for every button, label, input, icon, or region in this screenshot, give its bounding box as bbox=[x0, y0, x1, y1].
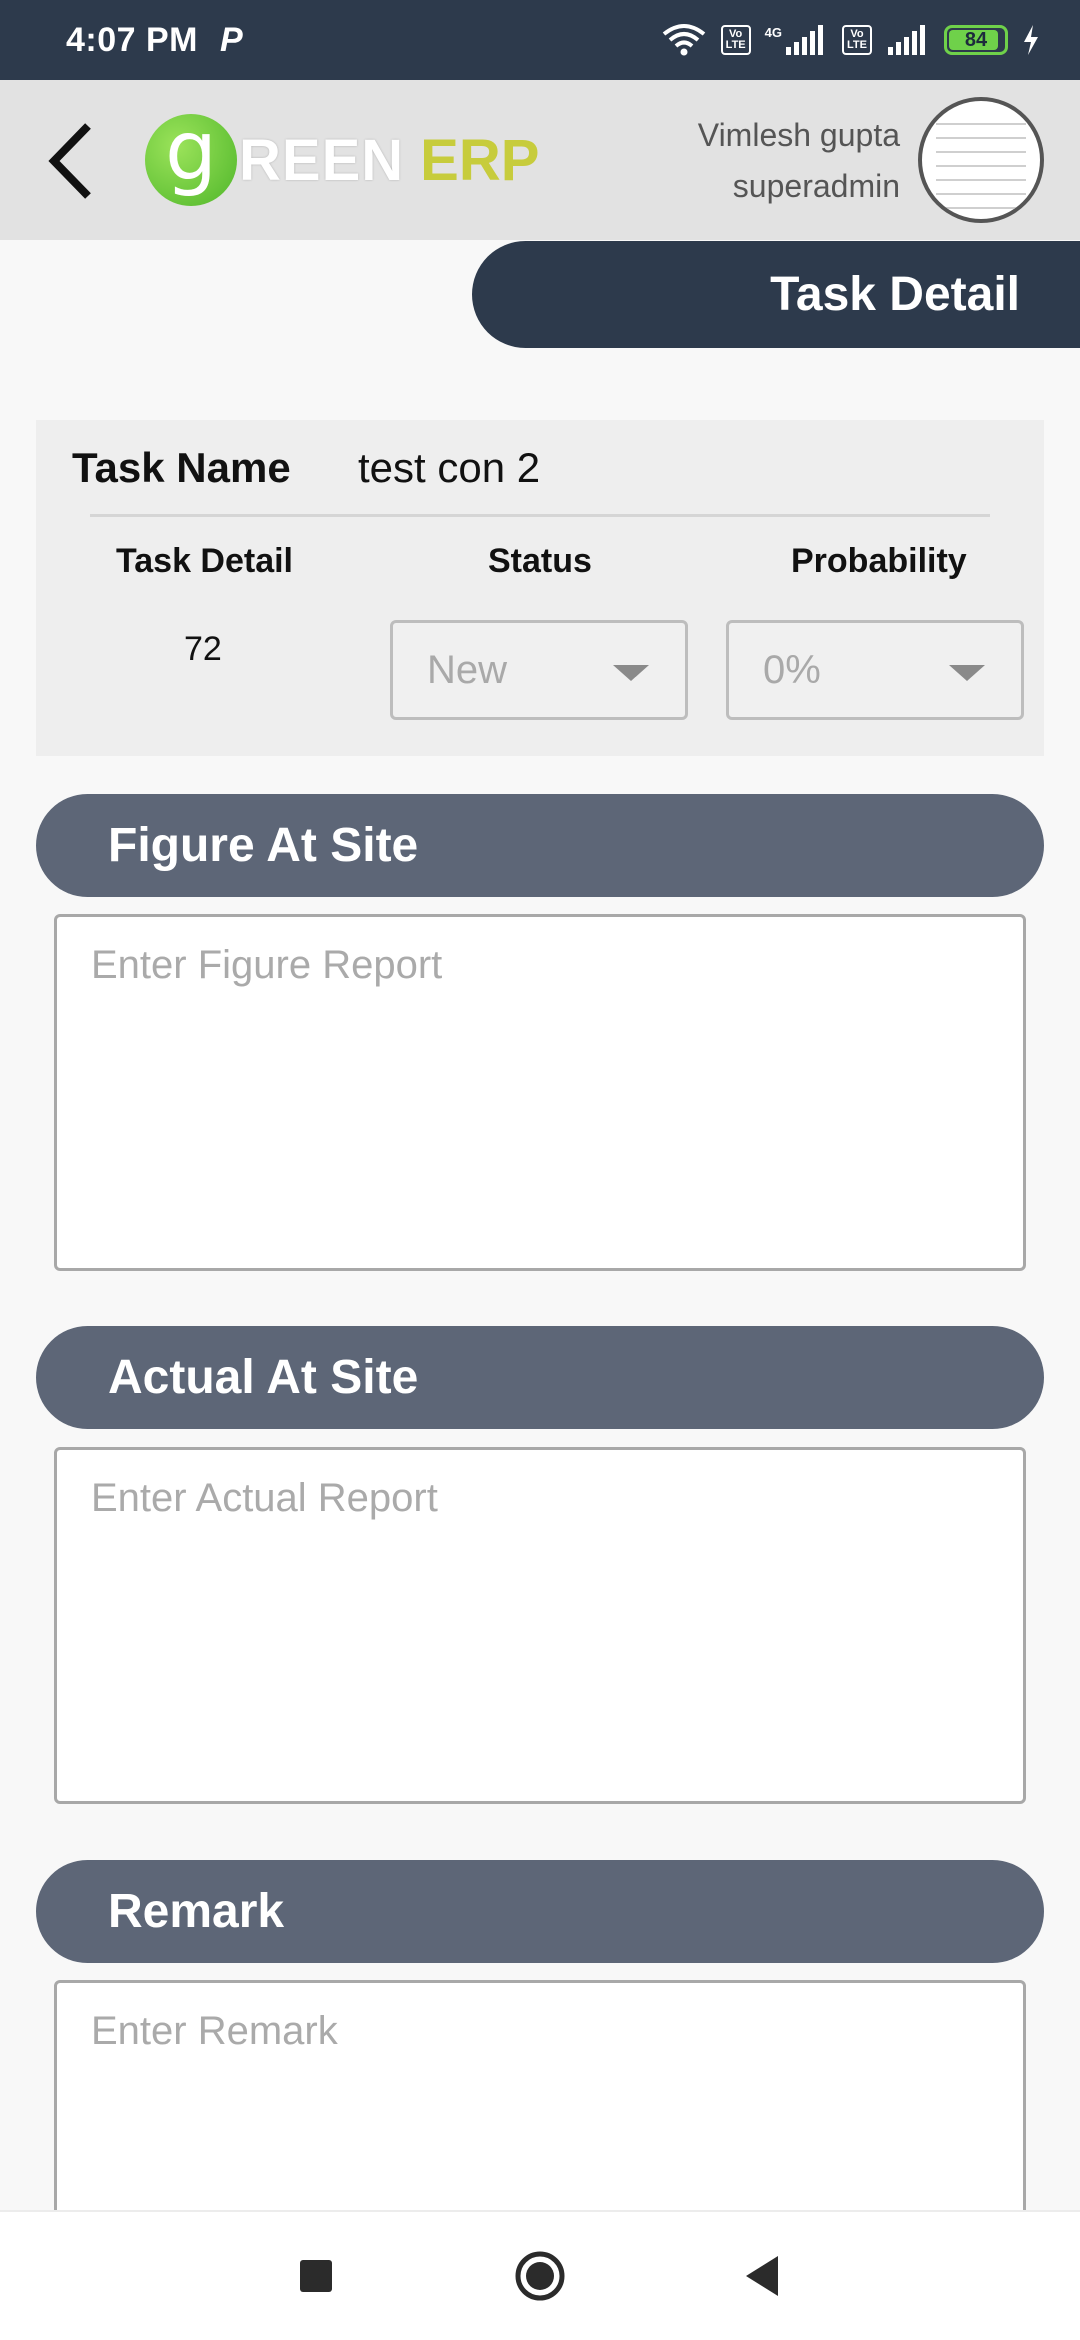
recents-button[interactable] bbox=[300, 2260, 332, 2292]
probability-selected-value: 0% bbox=[763, 647, 821, 692]
signal-icon-2 bbox=[886, 25, 930, 55]
probability-dropdown[interactable]: 0% bbox=[726, 620, 1024, 720]
battery-icon: 84 bbox=[944, 25, 1008, 55]
task-name-label: Task Name bbox=[72, 444, 291, 491]
task-detail-value: 72 bbox=[184, 630, 222, 668]
figure-report-input[interactable]: Enter Figure Report bbox=[54, 914, 1026, 1271]
back-arrow-icon bbox=[48, 123, 91, 199]
home-circle-icon bbox=[515, 2251, 565, 2301]
avatar-line bbox=[936, 193, 1026, 195]
actual-at-site-header: Actual At Site bbox=[36, 1326, 1044, 1429]
status-icons: Vo LTE 4G Vo LTE 84 bbox=[661, 22, 1040, 58]
actual-report-input[interactable]: Enter Actual Report bbox=[54, 1447, 1026, 1804]
signal-icon: 4G bbox=[765, 25, 828, 55]
wifi-icon bbox=[661, 22, 707, 58]
avatar-line bbox=[936, 165, 1026, 167]
back-button[interactable] bbox=[38, 116, 108, 206]
user-role: superadmin bbox=[732, 168, 900, 204]
chevron-down-icon bbox=[949, 665, 985, 681]
logo-g-mark: g bbox=[145, 111, 237, 206]
parking-app-icon: P bbox=[220, 20, 243, 59]
triangle-back-icon bbox=[746, 2256, 778, 2296]
user-name: Vimlesh gupta bbox=[697, 117, 900, 153]
remark-header: Remark bbox=[36, 1860, 1044, 1963]
status-time: 4:07 PM bbox=[66, 20, 198, 59]
home-button[interactable] bbox=[514, 2250, 566, 2302]
charging-icon bbox=[1022, 25, 1040, 55]
net-type-label: 4G bbox=[764, 25, 782, 40]
status-bar: 4:07 PM P Vo LTE 4G Vo LTE 84 bbox=[0, 0, 1080, 80]
card-divider bbox=[90, 514, 990, 517]
task-detail-label: Task Detail bbox=[116, 542, 294, 580]
green-erp-logo: g REEN ERP bbox=[145, 110, 539, 210]
status-dropdown[interactable]: New bbox=[390, 620, 688, 720]
actual-report-placeholder: Enter Actual Report bbox=[91, 1476, 438, 1520]
volte-text-2: Vo LTE bbox=[847, 28, 867, 51]
volte-badge-2: Vo LTE bbox=[842, 25, 872, 55]
avatar-line bbox=[936, 137, 1026, 139]
avatar[interactable] bbox=[918, 97, 1044, 223]
logo-word-green: REEN bbox=[239, 127, 405, 193]
task-summary-card: Task Name test con 2 Task Detail Status … bbox=[36, 420, 1044, 756]
system-back-button[interactable] bbox=[742, 2254, 782, 2298]
page-title: Task Detail bbox=[472, 241, 1080, 348]
volte-badge-1: Vo LTE bbox=[720, 25, 751, 55]
system-nav-bar bbox=[0, 2210, 1080, 2340]
logo-word-erp: ERP bbox=[420, 127, 540, 193]
status-label: Status bbox=[488, 542, 592, 580]
battery-level: 84 bbox=[964, 28, 988, 51]
avatar-line bbox=[936, 207, 1026, 209]
user-info: Vimlesh gupta superadmin bbox=[698, 110, 900, 212]
remark-input[interactable]: Enter Remark bbox=[54, 1980, 1026, 2240]
figure-at-site-header: Figure At Site bbox=[36, 794, 1044, 897]
avatar-line bbox=[936, 123, 1026, 125]
remark-placeholder: Enter Remark bbox=[91, 2009, 338, 2053]
volte-text-1: Vo LTE bbox=[725, 28, 746, 51]
probability-label: Probability bbox=[791, 542, 967, 580]
battery-body: 84 bbox=[944, 25, 1008, 55]
status-selected-value: New bbox=[427, 647, 508, 692]
figure-report-placeholder: Enter Figure Report bbox=[91, 943, 443, 987]
avatar-line bbox=[936, 179, 1026, 181]
task-name-value: test con 2 bbox=[358, 444, 541, 491]
chevron-down-icon bbox=[613, 665, 649, 681]
avatar-line bbox=[936, 151, 1026, 153]
